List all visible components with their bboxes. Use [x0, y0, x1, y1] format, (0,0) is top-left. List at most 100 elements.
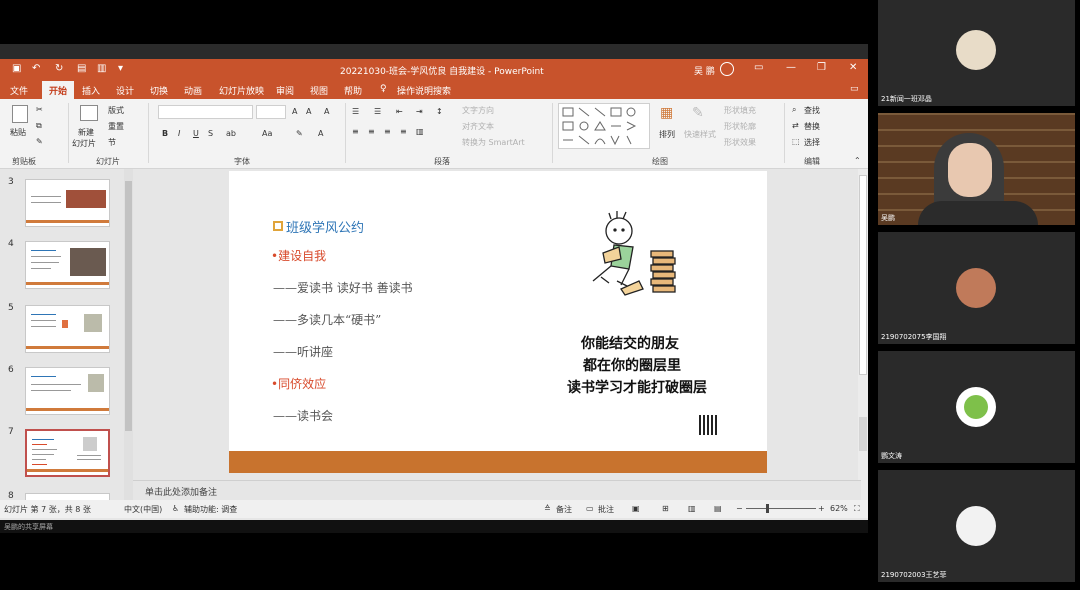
participant-tile[interactable]: 鹦文涛 [878, 351, 1075, 463]
text-color-icon[interactable]: A [318, 129, 323, 138]
find-button[interactable]: 查找 [804, 105, 820, 116]
tab-animations[interactable]: 动画 [184, 84, 202, 97]
accessibility-status[interactable]: 辅助功能: 调查 [184, 504, 237, 515]
shape-fill-button[interactable]: 形状填充 [724, 105, 756, 116]
zoom-level[interactable]: 62% [830, 504, 848, 513]
scroll-thumb[interactable] [859, 175, 867, 375]
shape-effects-button[interactable]: 形状效果 [724, 137, 756, 148]
participant-tile[interactable]: 2190702003王艺菲 [878, 470, 1075, 582]
paste-icon[interactable] [12, 105, 28, 123]
tab-home[interactable]: 开始 [42, 81, 75, 101]
participant-video-tile[interactable]: 吴鹏 [878, 113, 1075, 225]
shrink-font-icon[interactable]: A [306, 107, 311, 116]
close-icon[interactable]: ✕ [849, 62, 857, 73]
italic-button[interactable]: I [178, 129, 180, 138]
section-button[interactable]: 节 [108, 137, 116, 148]
redo-icon[interactable]: ↻ [55, 63, 63, 74]
align-center-icon[interactable]: ≡ [368, 127, 375, 136]
font-name-field[interactable] [158, 105, 253, 119]
quick-styles-button[interactable]: 快速样式 [684, 129, 716, 140]
bullets-icon[interactable]: ☰ [352, 107, 359, 116]
slideshow-view-icon[interactable]: ▤ [714, 504, 722, 513]
tab-slideshow[interactable]: 幻灯片放映 [219, 84, 264, 97]
line-spacing-icon[interactable]: ↕ [436, 107, 443, 116]
zoom-out-icon[interactable]: − [736, 504, 743, 513]
scroll-thumb-lower[interactable] [859, 417, 867, 451]
fit-slide-icon[interactable]: ⛶ [854, 504, 860, 514]
notes-button[interactable]: 备注 [556, 504, 572, 515]
text-direction-button[interactable]: 文字方向 [462, 105, 494, 116]
paste-button[interactable]: 粘贴 [10, 127, 26, 138]
shape-outline-button[interactable]: 形状轮廓 [724, 121, 756, 132]
notes-placeholder[interactable]: 单击此处添加备注 [145, 485, 217, 498]
comments-button[interactable]: 批注 [598, 504, 614, 515]
arrange-button[interactable]: 排列 [659, 129, 675, 140]
participant-tile[interactable]: 21新闻一班邓晶 [878, 0, 1075, 106]
align-text-button[interactable]: 对齐文本 [462, 121, 494, 132]
minimize-icon[interactable]: — [786, 62, 796, 73]
slide-thumbnail-3[interactable] [25, 179, 110, 227]
columns-icon[interactable]: ▥ [416, 127, 424, 136]
zoom-slider[interactable] [746, 508, 816, 509]
align-right-icon[interactable]: ≡ [384, 127, 391, 136]
normal-view-icon[interactable]: ▣ [632, 504, 640, 513]
replace-button[interactable]: 替换 [804, 121, 820, 132]
tab-view[interactable]: 视图 [310, 84, 328, 97]
save-icon[interactable]: ▣ [12, 63, 21, 74]
numbering-icon[interactable]: ☰ [374, 107, 381, 116]
comments-icon[interactable]: ▭ [850, 84, 859, 94]
collapse-ribbon-icon[interactable]: ⌃ [854, 156, 861, 165]
zoom-in-icon[interactable]: + [818, 504, 825, 513]
slide-thumbnail-7[interactable] [25, 429, 110, 477]
start-from-beginning-icon[interactable]: ▥ [97, 63, 106, 74]
ribbon-display-icon[interactable]: ▭ [754, 62, 763, 73]
grow-font-icon[interactable]: A [292, 107, 297, 116]
highlight-icon[interactable]: ✎ [296, 129, 303, 138]
slide-thumbnail-6[interactable] [25, 367, 110, 415]
increase-indent-icon[interactable]: ⇥ [416, 107, 423, 116]
tab-transitions[interactable]: 切换 [150, 84, 168, 97]
quick-styles-icon[interactable]: ✎ [692, 105, 704, 121]
shadow-button[interactable]: S [208, 129, 213, 138]
zoom-slider-thumb[interactable] [766, 504, 769, 513]
cut-icon[interactable]: ✂ [36, 105, 43, 114]
copy-icon[interactable]: ⧉ [36, 121, 42, 131]
justify-icon[interactable]: ≡ [400, 127, 407, 136]
scroll-thumb[interactable] [125, 181, 132, 431]
new-slide-icon[interactable] [80, 105, 98, 121]
tab-review[interactable]: 审阅 [276, 84, 294, 97]
notes-pane[interactable]: 单击此处添加备注 [133, 480, 861, 500]
tab-insert[interactable]: 插入 [82, 84, 100, 97]
tab-file[interactable]: 文件 [10, 84, 28, 97]
shapes-gallery[interactable] [558, 103, 650, 149]
tab-design[interactable]: 设计 [116, 84, 134, 97]
user-avatar-icon[interactable] [720, 62, 734, 76]
tell-me-search[interactable]: 操作说明搜索 [397, 84, 451, 97]
font-color-icon[interactable]: Aa [262, 129, 272, 138]
format-painter-icon[interactable]: ✎ [36, 137, 43, 146]
restore-icon[interactable]: ❐ [817, 62, 826, 73]
customize-toolbar-icon[interactable]: ▾ [118, 63, 123, 74]
participant-tile[interactable]: 2190702075李国翔 [878, 232, 1075, 344]
font-size-field[interactable] [256, 105, 286, 119]
new-slide-button[interactable]: 新建 [78, 127, 94, 138]
slide-thumbnail-4[interactable] [25, 241, 110, 289]
language-indicator[interactable]: 中文(中国) [124, 504, 162, 515]
align-left-icon[interactable]: ≡ [352, 127, 359, 136]
undo-icon[interactable]: ↶ [32, 63, 40, 74]
slide-sorter-icon[interactable]: ⊞ [662, 504, 669, 513]
bold-button[interactable]: B [162, 129, 168, 138]
convert-smartart-button[interactable]: 转换为 SmartArt [462, 137, 525, 148]
clear-format-icon[interactable]: A [324, 107, 329, 116]
layout-button[interactable]: 版式 [108, 105, 124, 116]
thumbnails-scrollbar[interactable] [124, 169, 133, 500]
arrange-icon[interactable]: ▦ [660, 105, 673, 121]
reading-view-icon[interactable]: ▥ [688, 504, 696, 513]
underline-button[interactable]: U [193, 129, 199, 138]
spacing-icon[interactable]: ab [226, 129, 236, 138]
select-button[interactable]: 选择 [804, 137, 820, 148]
tab-help[interactable]: 帮助 [344, 84, 362, 97]
slide-scrollbar[interactable] [858, 169, 868, 500]
slide-thumbnail-5[interactable] [25, 305, 110, 353]
decrease-indent-icon[interactable]: ⇤ [396, 107, 403, 116]
